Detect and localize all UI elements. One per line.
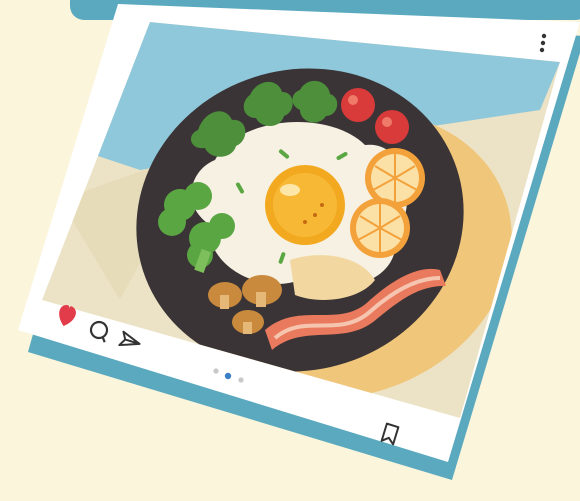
tomato xyxy=(341,88,375,122)
carousel-dot[interactable] xyxy=(238,377,244,383)
carousel-dot-active[interactable] xyxy=(224,372,232,380)
post-card-svg xyxy=(18,4,580,480)
food-post-illustration xyxy=(0,0,580,501)
carousel-dot[interactable] xyxy=(213,368,219,374)
tomato xyxy=(375,110,409,144)
